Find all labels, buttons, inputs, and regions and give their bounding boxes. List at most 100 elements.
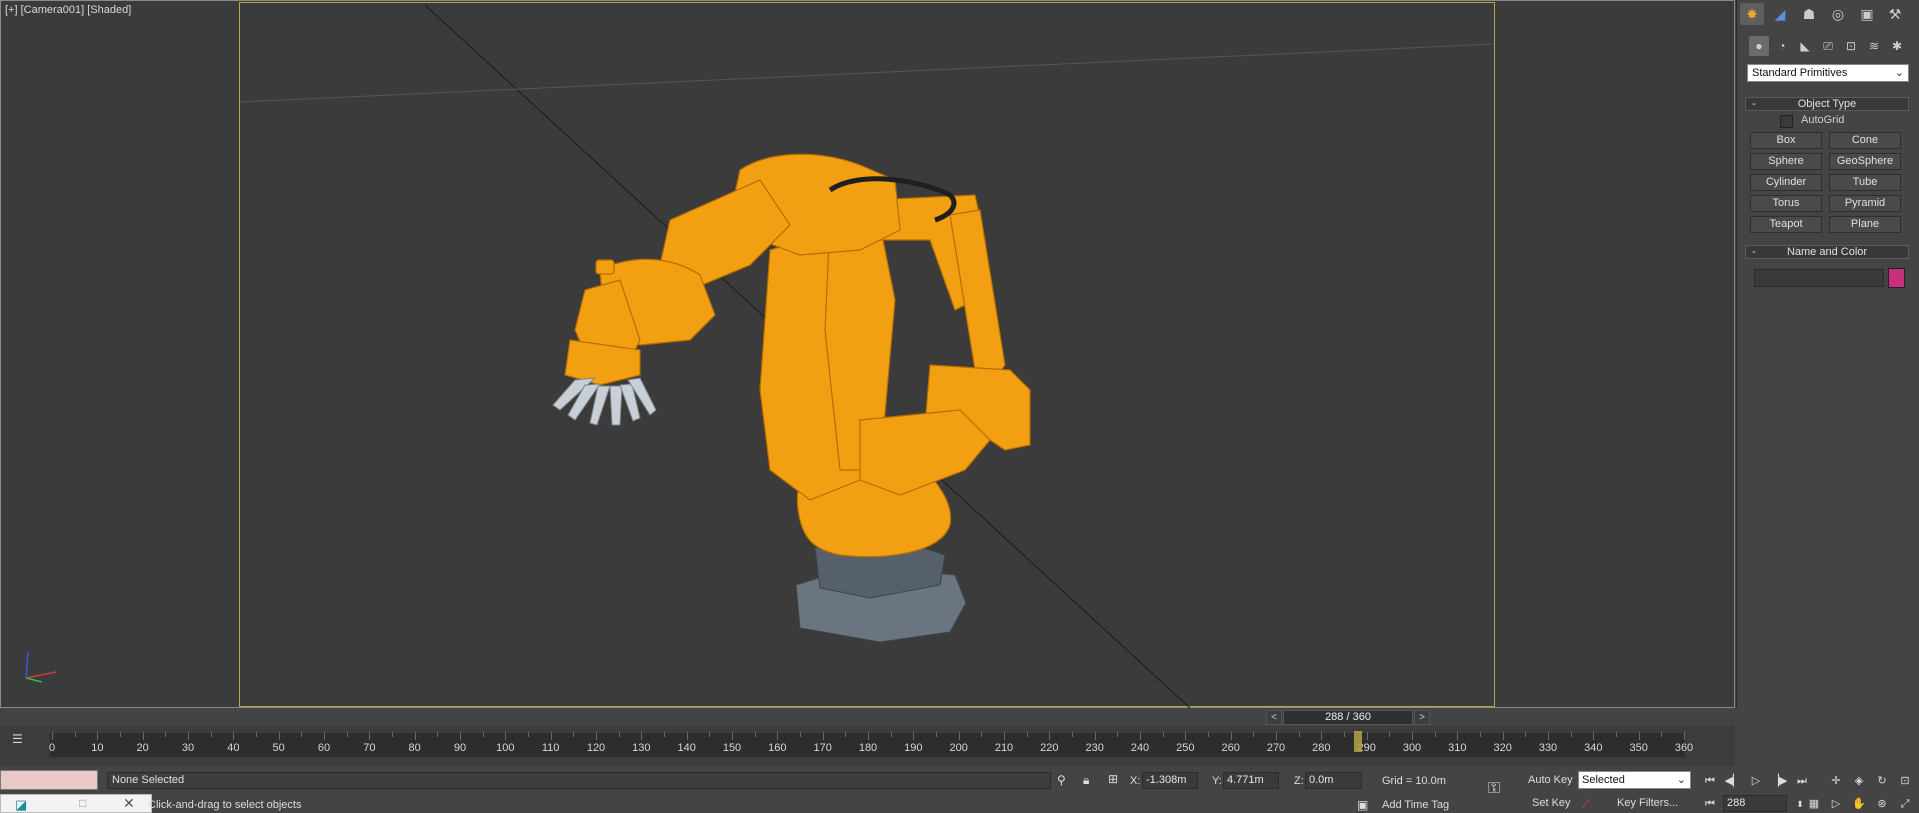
- timeline-tick-label: 170: [813, 742, 832, 754]
- orbit-icon[interactable]: ↻: [1873, 773, 1891, 789]
- x-coordinate-field[interactable]: -1.308m: [1142, 772, 1198, 789]
- time-slider[interactable]: 288 / 360: [1283, 710, 1413, 725]
- app-icon: ◪: [15, 797, 28, 812]
- pan-hand-icon[interactable]: ✋: [1850, 796, 1868, 812]
- utilities-tab[interactable]: ⚒: [1883, 3, 1907, 25]
- dolly-icon[interactable]: ▷: [1827, 796, 1845, 812]
- pyramid-button[interactable]: Pyramid: [1829, 195, 1901, 212]
- isolate-icon[interactable]: ⚲: [1057, 773, 1066, 787]
- cameras-category[interactable]: ⎚: [1818, 36, 1838, 56]
- robot-gripper[interactable]: [552, 377, 657, 426]
- set-key-icon[interactable]: ⟋: [1582, 797, 1590, 812]
- timeline-tick-label: 180: [858, 742, 878, 754]
- name-color-rollout-header[interactable]: - Name and Color: [1745, 245, 1909, 259]
- box-button[interactable]: Box: [1750, 132, 1822, 149]
- tube-button[interactable]: Tube: [1829, 174, 1901, 191]
- playhead[interactable]: [1353, 731, 1362, 752]
- absolute-mode-icon[interactable]: ⊞: [1108, 772, 1118, 786]
- timeline-tick: [732, 732, 733, 740]
- timeline-tick: [1570, 732, 1572, 737]
- auto-key-button[interactable]: Auto Key: [1528, 772, 1573, 789]
- timeline-tick: [188, 732, 189, 740]
- object-color-swatch[interactable]: [1888, 268, 1905, 288]
- timeline-tick-label: 300: [1402, 742, 1422, 754]
- timeline-tick: [1480, 732, 1481, 737]
- key-filters-button[interactable]: Key Filters...: [1617, 795, 1679, 812]
- z-coordinate-field[interactable]: 0.0m: [1305, 772, 1362, 789]
- camera-icon: ⎚: [1823, 38, 1833, 53]
- cylinder-button[interactable]: Cylinder: [1750, 174, 1822, 191]
- systems-icon: ✱: [1891, 39, 1903, 53]
- previous-frame-icon[interactable]: ◀▏: [1724, 773, 1742, 789]
- timeline-tick: [664, 732, 665, 737]
- timeline-tick: [868, 732, 869, 740]
- timeline-tick-label: 120: [586, 742, 606, 754]
- timeline-tick-label: 210: [994, 742, 1014, 754]
- modify-icon: ◢: [1774, 5, 1786, 22]
- maxscript-listener[interactable]: [0, 770, 98, 790]
- current-frame-field[interactable]: 288: [1723, 795, 1787, 812]
- key-icon[interactable]: ⚿: [1488, 780, 1500, 798]
- close-icon[interactable]: ✕: [123, 795, 135, 812]
- plane-button[interactable]: Plane: [1829, 216, 1901, 233]
- object-name-input[interactable]: [1754, 269, 1884, 287]
- time-tag-icon[interactable]: ▣: [1357, 798, 1368, 812]
- maximize-icon[interactable]: □: [79, 796, 86, 810]
- zoom-all-icon[interactable]: ◈: [1850, 773, 1868, 789]
- set-key-button[interactable]: Set Key: [1532, 795, 1571, 812]
- taskbar-window-chip[interactable]: ◪ □ ✕: [0, 794, 152, 813]
- timeline-tick: [1117, 732, 1119, 737]
- shapes-category[interactable]: ◔: [1772, 36, 1792, 56]
- timeline-tick: [1026, 732, 1028, 737]
- timeline-tick: [1253, 732, 1255, 737]
- hierarchy-tab[interactable]: ☗: [1797, 3, 1821, 25]
- add-time-tag-button[interactable]: Add Time Tag: [1382, 799, 1449, 811]
- timeline-tick: [278, 732, 280, 740]
- play-icon[interactable]: ▷: [1747, 773, 1765, 789]
- shapes-icon: ◔: [1778, 39, 1786, 53]
- zoom-icon[interactable]: ✛: [1827, 773, 1845, 789]
- category-dropdown[interactable]: Standard Primitives ⌄: [1747, 64, 1909, 82]
- go-to-start-icon[interactable]: ⏮: [1701, 773, 1719, 789]
- create-tab[interactable]: ✸: [1740, 3, 1764, 25]
- timeline-tick-label: 80: [408, 742, 421, 754]
- lights-category[interactable]: ◣: [1795, 36, 1815, 56]
- go-to-end-icon[interactable]: ⏭: [1793, 773, 1811, 789]
- spacewarps-category[interactable]: ≋: [1864, 36, 1884, 56]
- next-frame-icon[interactable]: ▕▶: [1770, 773, 1788, 789]
- timeline-tick-label: 340: [1584, 742, 1603, 754]
- torus-button[interactable]: Torus: [1750, 195, 1822, 212]
- collapse-icon: -: [1752, 98, 1756, 110]
- time-prev-button[interactable]: <: [1266, 710, 1282, 725]
- key-mode-toggle-icon[interactable]: ⏮: [1701, 796, 1719, 812]
- timeline-tick: [528, 732, 529, 737]
- autogrid-checkbox[interactable]: [1780, 115, 1793, 128]
- display-tab[interactable]: ▣: [1855, 3, 1879, 25]
- sphere-button[interactable]: Sphere: [1750, 153, 1822, 170]
- teapot-button[interactable]: Teapot: [1750, 216, 1822, 233]
- lock-icon[interactable]: 🔒︎: [1083, 773, 1089, 788]
- curve-editor-icon[interactable]: ☰: [12, 732, 32, 746]
- geosphere-button[interactable]: GeoSphere: [1829, 153, 1901, 170]
- time-config-icon[interactable]: ▦: [1805, 796, 1823, 812]
- geometry-category[interactable]: ●: [1749, 36, 1769, 56]
- prompt-line: Click-and-drag to select objects: [148, 799, 302, 811]
- time-next-button[interactable]: >: [1414, 710, 1430, 725]
- field-of-view-icon[interactable]: ⊡: [1896, 773, 1914, 789]
- key-mode-dropdown[interactable]: Selected ⌄: [1578, 771, 1691, 789]
- timeline-tick-label: 10: [91, 742, 104, 754]
- y-coordinate-field[interactable]: 4.771m: [1223, 772, 1279, 789]
- timeline-tick: [754, 732, 756, 737]
- systems-category[interactable]: ✱: [1887, 36, 1907, 56]
- timeline-tick: [1162, 732, 1164, 737]
- maximize-viewport-icon[interactable]: ⤢: [1896, 796, 1914, 812]
- timeline-tick-label: 260: [1221, 742, 1240, 754]
- walkthrough-icon[interactable]: ⊛: [1873, 796, 1891, 812]
- modify-tab[interactable]: ◢: [1768, 3, 1792, 25]
- grid-size: Grid = 10.0m: [1382, 775, 1446, 787]
- helpers-category[interactable]: ⊡: [1841, 36, 1861, 56]
- cone-button[interactable]: Cone: [1829, 132, 1901, 149]
- motion-tab[interactable]: ◎: [1826, 3, 1850, 25]
- object-type-rollout-header[interactable]: - Object Type: [1745, 97, 1909, 111]
- timeline-tick: [1638, 732, 1640, 740]
